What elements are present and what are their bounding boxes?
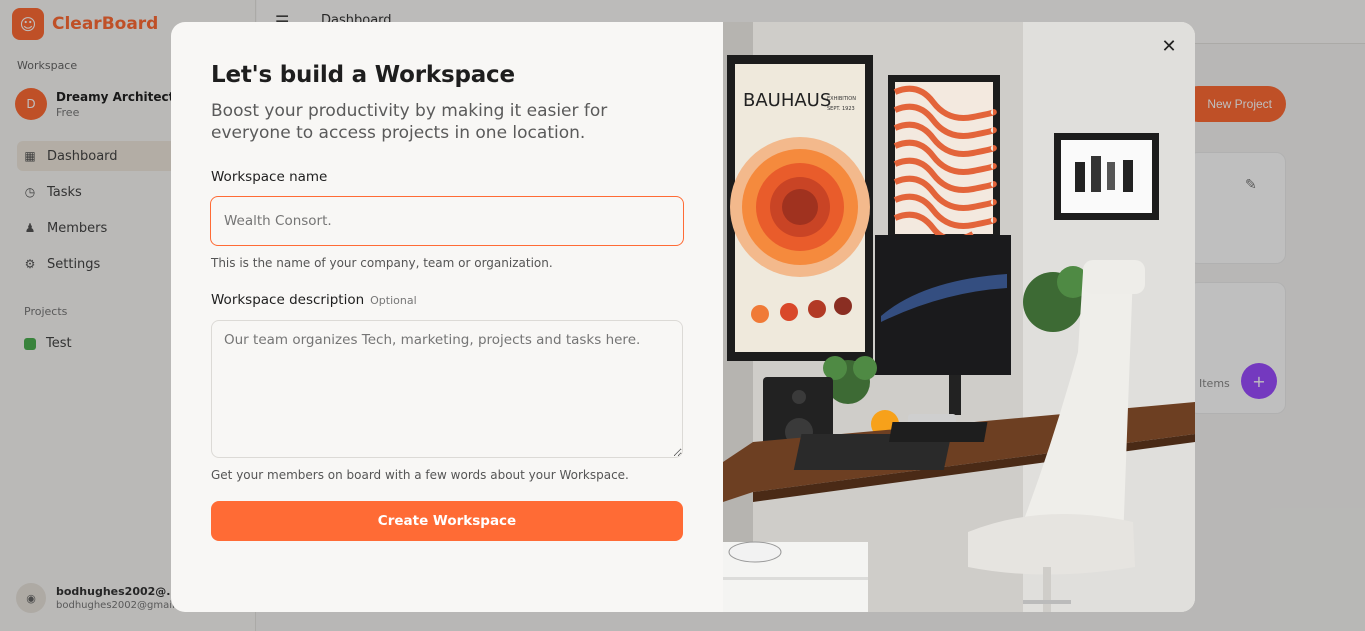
modal-subtitle: Boost your productivity by making it eas…: [211, 101, 608, 143]
poster-subtitle-1: EXHIBITION: [827, 96, 856, 102]
workspace-name-input[interactable]: [210, 196, 684, 246]
modal-form-panel: Let's build a Workspace Boost your produ…: [171, 22, 723, 612]
workspace-name-hint: This is the name of your company, team o…: [211, 256, 553, 270]
workspace-photo: BAUHAUS EXHIBITION SEPT. 1923: [723, 22, 1195, 612]
poster-title: BAUHAUS: [743, 90, 831, 111]
workspace-description-hint: Get your members on board with a few wor…: [211, 468, 629, 482]
optional-tag: Optional: [370, 294, 417, 307]
workspace-description-label: Workspace description Optional: [211, 292, 417, 308]
close-icon[interactable]: ✕: [1159, 36, 1179, 57]
workspace-name-label: Workspace name: [211, 169, 328, 185]
workspace-description-input[interactable]: [211, 320, 683, 458]
modal-title: Let's build a Workspace: [211, 62, 515, 88]
create-workspace-button[interactable]: Create Workspace: [211, 501, 683, 541]
description-label-text: Workspace description: [211, 292, 365, 308]
modal-image-panel: ✕ BAUHAUS EXHIBITION SEPT. 1923: [723, 22, 1195, 612]
create-workspace-modal: Let's build a Workspace Boost your produ…: [171, 22, 1195, 612]
poster-subtitle-2: SEPT. 1923: [827, 106, 855, 112]
